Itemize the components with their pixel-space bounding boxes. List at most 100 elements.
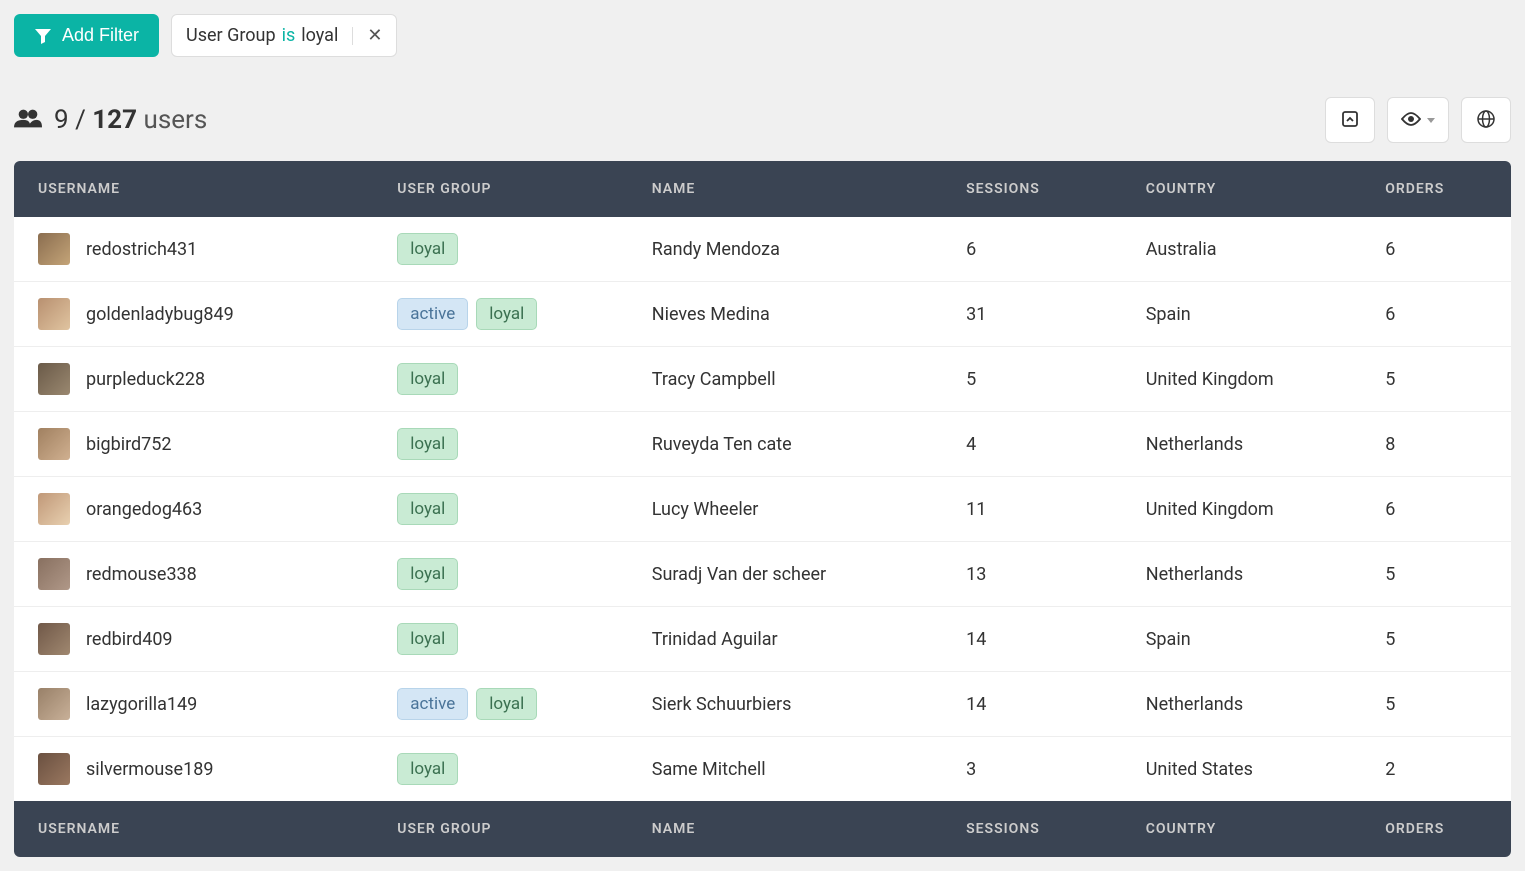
badge-loyal: loyal <box>397 558 458 590</box>
username-text: redostrich431 <box>86 239 197 260</box>
table-row[interactable]: goldenladybug849 activeloyal Nieves Medina… <box>14 282 1511 347</box>
avatar <box>38 623 70 655</box>
export-icon <box>1341 110 1359 131</box>
footer-name: NAME <box>628 801 942 857</box>
badge-loyal: loyal <box>397 753 458 785</box>
column-user-group[interactable]: USER GROUP <box>373 161 627 217</box>
username-text: lazygorilla149 <box>86 694 197 715</box>
orders-cell: 8 <box>1361 412 1511 477</box>
filter-toolbar: Add Filter User Group is loyal ✕ <box>14 14 1511 57</box>
name-cell: Tracy Campbell <box>628 347 942 412</box>
count-separator: / <box>75 105 86 135</box>
badge-loyal: loyal <box>397 428 458 460</box>
name-cell: Ruveyda Ten cate <box>628 412 942 477</box>
column-country[interactable]: COUNTRY <box>1122 161 1362 217</box>
footer-country: COUNTRY <box>1122 801 1362 857</box>
table-row[interactable]: purpleduck228loyalTracy Campbell5United … <box>14 347 1511 412</box>
visibility-button[interactable] <box>1387 97 1449 143</box>
table-row[interactable]: redostrich431loyalRandy Mendoza6Australi… <box>14 217 1511 282</box>
avatar <box>38 688 70 720</box>
sessions-cell: 13 <box>942 542 1122 607</box>
orders-cell: 2 <box>1361 737 1511 802</box>
table-row[interactable]: redbird409loyalTrinidad Aguilar14Spain5 <box>14 607 1511 672</box>
username-text: goldenladybug849 <box>86 304 234 325</box>
orders-cell: 5 <box>1361 607 1511 672</box>
export-button[interactable] <box>1325 97 1375 143</box>
badge-active: active <box>397 688 468 720</box>
username-text: orangedog463 <box>86 499 202 520</box>
column-name[interactable]: NAME <box>628 161 942 217</box>
username-text: redmouse338 <box>86 564 197 585</box>
filter-value: loyal <box>301 25 338 46</box>
badge-loyal: loyal <box>397 363 458 395</box>
footer-username: USERNAME <box>14 801 373 857</box>
badge-loyal: loyal <box>397 233 458 265</box>
sessions-cell: 5 <box>942 347 1122 412</box>
table-footer-row: USERNAME USER GROUP NAME SESSIONS COUNTR… <box>14 801 1511 857</box>
sessions-cell: 4 <box>942 412 1122 477</box>
column-username[interactable]: USERNAME <box>14 161 373 217</box>
orders-cell: 5 <box>1361 347 1511 412</box>
username-text: silvermouse189 <box>86 759 213 780</box>
avatar <box>38 558 70 590</box>
eye-icon <box>1401 112 1421 129</box>
badge-loyal: loyal <box>397 623 458 655</box>
name-cell: Randy Mendoza <box>628 217 942 282</box>
filter-field: User Group <box>186 25 276 46</box>
country-cell: Netherlands <box>1122 412 1362 477</box>
header-actions <box>1325 97 1511 143</box>
close-icon[interactable]: ✕ <box>367 27 382 45</box>
badge-loyal: loyal <box>397 493 458 525</box>
footer-user-group: USER GROUP <box>373 801 627 857</box>
country-cell: United Kingdom <box>1122 477 1362 542</box>
total-count: 127 <box>92 105 137 135</box>
sessions-cell: 6 <box>942 217 1122 282</box>
table-row[interactable]: redmouse338loyalSuradj Van der scheer13N… <box>14 542 1511 607</box>
avatar <box>38 233 70 265</box>
globe-button[interactable] <box>1461 97 1511 143</box>
name-cell: Trinidad Aguilar <box>628 607 942 672</box>
count-label: users <box>143 105 207 135</box>
badge-active: active <box>397 298 468 330</box>
name-cell: Sierk Schuurbiers <box>628 672 942 737</box>
table-row[interactable]: lazygorilla149 activeloyal Sierk Schuurbie… <box>14 672 1511 737</box>
avatar <box>38 298 70 330</box>
sessions-cell: 14 <box>942 672 1122 737</box>
footer-orders: ORDERS <box>1361 801 1511 857</box>
avatar <box>38 753 70 785</box>
name-cell: Lucy Wheeler <box>628 477 942 542</box>
table-row[interactable]: orangedog463 loyal Lucy Wheeler11United Ki… <box>14 477 1511 542</box>
column-orders[interactable]: ORDERS <box>1361 161 1511 217</box>
sessions-cell: 3 <box>942 737 1122 802</box>
orders-cell: 6 <box>1361 217 1511 282</box>
add-filter-button[interactable]: Add Filter <box>14 14 159 57</box>
badge-loyal: loyal <box>476 688 537 720</box>
table-row[interactable]: silvermouse189loyalSame Mitchell3United … <box>14 737 1511 802</box>
orders-cell: 6 <box>1361 477 1511 542</box>
username-text: redbird409 <box>86 629 173 650</box>
user-count: 9 / 127 users <box>14 105 207 135</box>
country-cell: Spain <box>1122 607 1362 672</box>
name-cell: Suradj Van der scheer <box>628 542 942 607</box>
footer-sessions: SESSIONS <box>942 801 1122 857</box>
users-icon <box>14 108 42 132</box>
country-cell: Spain <box>1122 282 1362 347</box>
header-row: 9 / 127 users <box>14 97 1511 143</box>
users-table: USERNAME USER GROUP NAME SESSIONS COUNTR… <box>14 161 1511 857</box>
table-row[interactable]: bigbird752loyalRuveyda Ten cate4Netherla… <box>14 412 1511 477</box>
name-cell: Nieves Medina <box>628 282 942 347</box>
filter-operator: is <box>282 25 296 46</box>
avatar <box>38 493 70 525</box>
filter-icon <box>34 27 52 45</box>
country-cell: United States <box>1122 737 1362 802</box>
country-cell: Netherlands <box>1122 672 1362 737</box>
add-filter-label: Add Filter <box>62 25 139 46</box>
table-header-row: USERNAME USER GROUP NAME SESSIONS COUNTR… <box>14 161 1511 217</box>
column-sessions[interactable]: SESSIONS <box>942 161 1122 217</box>
filter-chip[interactable]: User Group is loyal ✕ <box>171 14 397 57</box>
sessions-cell: 11 <box>942 477 1122 542</box>
country-cell: United Kingdom <box>1122 347 1362 412</box>
username-text: purpleduck228 <box>86 369 205 390</box>
chip-divider <box>352 27 353 45</box>
badge-loyal: loyal <box>476 298 537 330</box>
